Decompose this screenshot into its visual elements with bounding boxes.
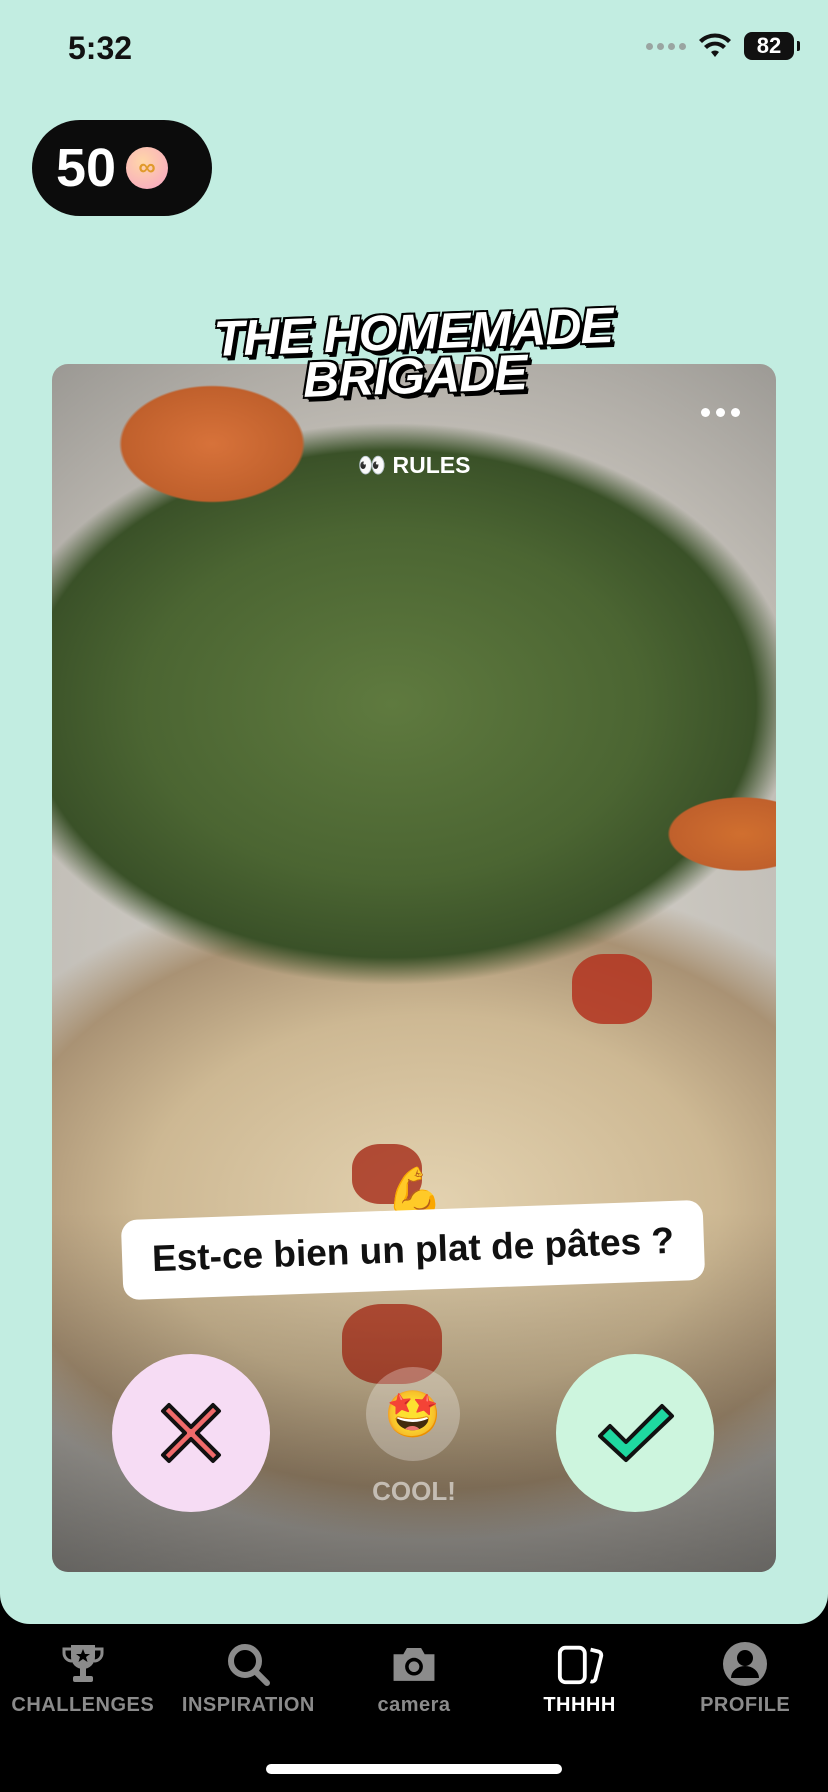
tab-label: THHHH [543, 1694, 616, 1716]
cool-reaction-button[interactable]: 🤩 [366, 1367, 460, 1461]
cellular-signal-icon [646, 42, 686, 50]
photo-detail [572, 954, 652, 1024]
submission-card[interactable]: 👀 RULES 💪 Est-ce bien un plat de pâtes ?… [52, 364, 776, 1572]
status-icons: 82 [646, 32, 800, 60]
coin-icon: ∞ [126, 147, 169, 189]
checkmark-icon [598, 1404, 674, 1462]
close-icon [161, 1403, 221, 1463]
wifi-icon [699, 33, 731, 57]
cards-icon [556, 1640, 604, 1688]
tab-thhhh[interactable]: THHHH [497, 1640, 663, 1750]
home-indicator[interactable] [266, 1764, 562, 1774]
tab-profile[interactable]: PROFILE [662, 1640, 828, 1750]
status-time: 5:32 [68, 30, 133, 66]
profile-icon [721, 1640, 769, 1688]
more-options-button[interactable] [701, 408, 740, 417]
tab-label: camera [377, 1694, 451, 1716]
search-icon [224, 1640, 272, 1688]
coin-balance[interactable]: 50 ∞ [32, 120, 212, 216]
tab-inspiration[interactable]: INSPIRATION [166, 1640, 332, 1750]
screen: 5:32 82 50 ∞ THE HOMEMADE BRIGADE 👀 RULE… [0, 0, 828, 1624]
tab-bar: CHALLENGES INSPIRATION camera THHHH PROF… [0, 1640, 828, 1750]
approve-button[interactable] [556, 1354, 714, 1512]
tab-label: INSPIRATION [181, 1694, 315, 1716]
coin-count: 50 [56, 138, 117, 198]
trophy-icon [59, 1640, 107, 1688]
tab-camera[interactable]: camera [331, 1640, 497, 1750]
tab-label: PROFILE [700, 1694, 791, 1716]
tab-challenges[interactable]: CHALLENGES [0, 1640, 166, 1750]
battery-icon: 82 [744, 32, 800, 60]
rules-link[interactable]: 👀 RULES [52, 452, 776, 479]
camera-icon [390, 1640, 438, 1688]
tab-label: CHALLENGES [11, 1694, 155, 1716]
